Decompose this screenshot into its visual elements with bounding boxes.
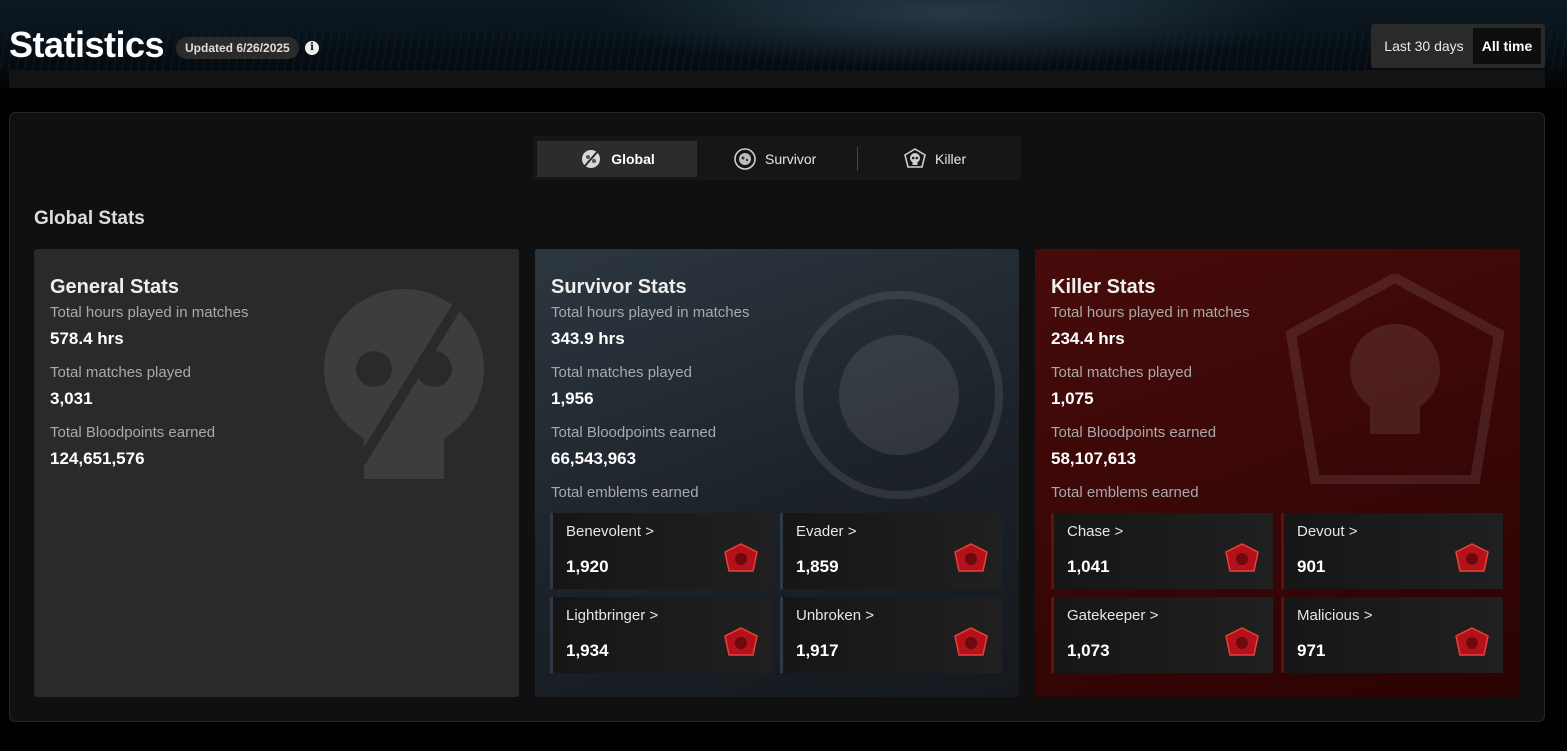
stat-label: Total Bloodpoints earned xyxy=(50,424,216,441)
survivor-stats-card: Survivor Stats Total hours played in mat… xyxy=(535,249,1019,697)
emblem-badge-icon xyxy=(954,543,988,572)
emblem-benevolent[interactable]: Benevolent > 1,920 xyxy=(550,513,772,589)
killer-watermark-icon xyxy=(1285,274,1505,484)
chevron-right-icon: > xyxy=(847,523,857,540)
tab-killer[interactable]: Killer xyxy=(903,141,966,177)
role-tabs: Global Survivor Killer xyxy=(533,136,1021,180)
stat-label: Total matches played xyxy=(551,364,692,381)
killer-card-title: Killer Stats xyxy=(1051,276,1156,298)
stat-value: 124,651,576 xyxy=(50,449,145,468)
emblem-name: Benevolent xyxy=(566,523,642,540)
emblem-badge-icon xyxy=(1225,543,1259,572)
range-last-30-days[interactable]: Last 30 days xyxy=(1375,28,1473,64)
emblem-lightbringer[interactable]: Lightbringer > 1,934 xyxy=(550,597,772,673)
emblem-value: 1,041 xyxy=(1067,557,1110,576)
range-all-time[interactable]: All time xyxy=(1473,28,1541,64)
stat-label: Total hours played in matches xyxy=(50,304,249,321)
emblem-value: 1,917 xyxy=(796,641,839,660)
skull-watermark-icon xyxy=(324,279,484,489)
stat-value: 578.4 hrs xyxy=(50,329,124,348)
emblem-chase[interactable]: Chase > 1,041 xyxy=(1051,513,1273,589)
killer-icon xyxy=(904,148,926,168)
stat-value: 1,075 xyxy=(1051,389,1094,408)
chevron-right-icon: > xyxy=(1348,523,1358,540)
tab-killer-label: Killer xyxy=(935,151,967,167)
survivor-card-title: Survivor Stats xyxy=(551,276,687,298)
updated-badge: Updated 6/26/2025 xyxy=(176,37,299,59)
emblem-name: Gatekeeper xyxy=(1067,607,1146,624)
stat-value: 343.9 hrs xyxy=(551,329,625,348)
tab-survivor[interactable]: Survivor xyxy=(733,141,816,177)
section-title: Global Stats xyxy=(34,208,145,229)
chevron-right-icon: > xyxy=(649,607,659,624)
emblem-name: Unbroken xyxy=(796,607,862,624)
emblem-name: Lightbringer xyxy=(566,607,646,624)
info-icon[interactable]: i xyxy=(305,41,319,55)
time-range-toggle: Last 30 days All time xyxy=(1371,24,1545,68)
emblem-badge-icon xyxy=(1225,627,1259,656)
emblem-name: Malicious xyxy=(1297,607,1360,624)
chevron-right-icon: > xyxy=(1363,607,1373,624)
emblem-gatekeeper[interactable]: Gatekeeper > 1,073 xyxy=(1051,597,1273,673)
emblem-name: Evader xyxy=(796,523,844,540)
general-stats-card: General Stats Total hours played in matc… xyxy=(34,249,519,697)
tab-survivor-label: Survivor xyxy=(765,151,817,167)
emblem-badge-icon xyxy=(1455,543,1489,572)
stat-value: 1,956 xyxy=(551,389,594,408)
killer-stats-card: Killer Stats Total hours played in match… xyxy=(1035,249,1520,697)
emblem-badge-icon xyxy=(724,627,758,656)
chevron-right-icon: > xyxy=(645,523,654,540)
emblem-malicious[interactable]: Malicious > 971 xyxy=(1281,597,1503,673)
tab-divider xyxy=(857,147,858,171)
stat-label: Total hours played in matches xyxy=(1051,304,1250,321)
stat-value: 66,543,963 xyxy=(551,449,637,468)
emblem-name: Chase xyxy=(1067,523,1111,540)
survivor-watermark-icon xyxy=(795,291,1003,499)
stat-label: Total Bloodpoints earned xyxy=(551,424,717,441)
emblem-badge-icon xyxy=(724,543,758,572)
emblem-badge-icon xyxy=(954,627,988,656)
stat-label: Total hours played in matches xyxy=(551,304,750,321)
survivor-icon xyxy=(734,148,756,170)
chevron-right-icon: > xyxy=(1149,607,1159,624)
emblem-unbroken[interactable]: Unbroken > 1,917 xyxy=(780,597,1002,673)
emblems-label: Total emblems earned xyxy=(1051,484,1199,501)
page-title: Statistics xyxy=(9,24,165,65)
stat-value: 3,031 xyxy=(50,389,93,408)
emblem-devout[interactable]: Devout > 901 xyxy=(1281,513,1503,589)
emblem-value: 901 xyxy=(1297,557,1326,576)
global-icon xyxy=(582,150,601,168)
emblem-evader[interactable]: Evader > 1,859 xyxy=(780,513,1002,589)
emblem-name: Devout xyxy=(1297,523,1345,540)
emblem-value: 1,073 xyxy=(1067,641,1110,660)
stat-label: Total matches played xyxy=(50,364,191,381)
emblem-value: 1,859 xyxy=(796,557,839,576)
tab-global-label: Global xyxy=(611,151,655,167)
stat-label: Total Bloodpoints earned xyxy=(1051,424,1217,441)
emblems-label: Total emblems earned xyxy=(551,484,699,501)
general-card-title: General Stats xyxy=(50,276,179,298)
emblem-value: 971 xyxy=(1297,641,1326,660)
stat-label: Total matches played xyxy=(1051,364,1192,381)
emblem-value: 1,934 xyxy=(566,641,609,660)
chevron-right-icon: > xyxy=(865,607,874,624)
emblem-badge-icon xyxy=(1455,627,1489,656)
chevron-right-icon: > xyxy=(1114,523,1124,540)
stat-value: 234.4 hrs xyxy=(1051,329,1125,348)
tab-global[interactable]: Global xyxy=(537,141,697,177)
stat-value: 58,107,613 xyxy=(1051,449,1137,468)
emblem-value: 1,920 xyxy=(566,557,609,576)
